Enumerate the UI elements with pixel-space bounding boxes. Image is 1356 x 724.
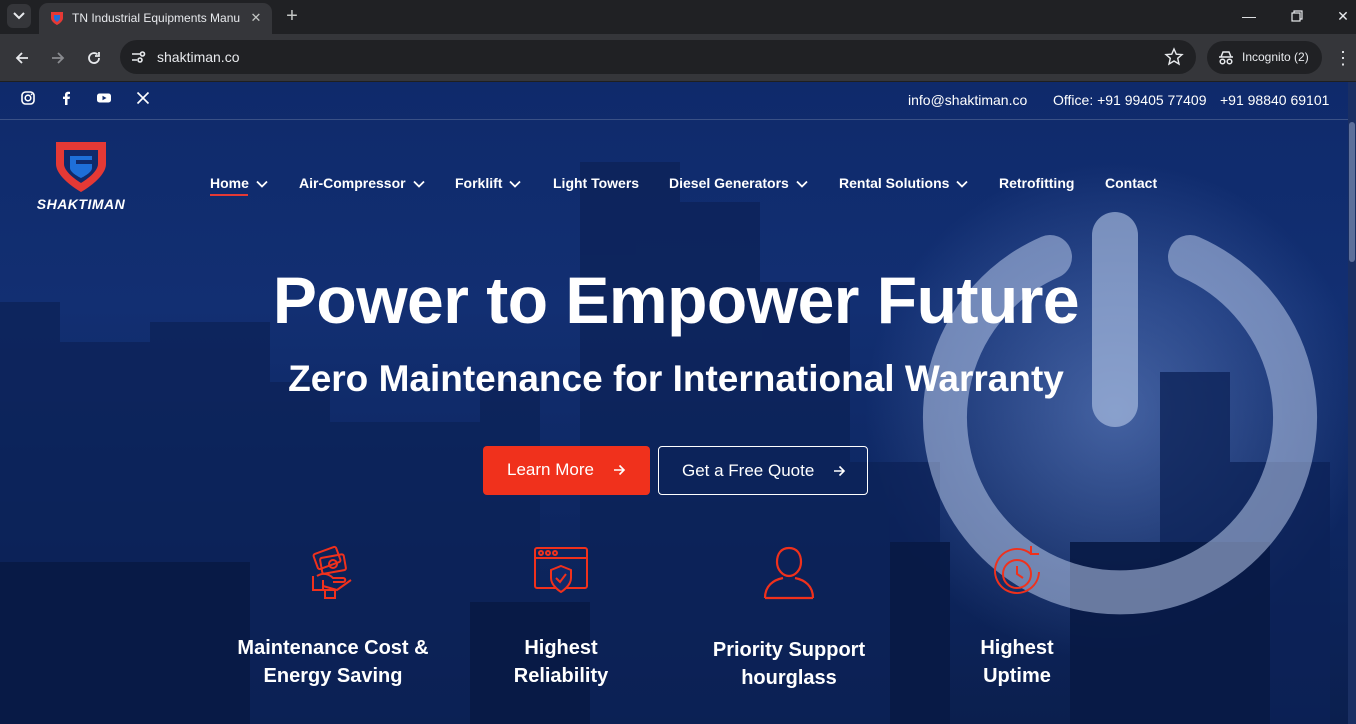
hero-title: Power to Empower Future [272,263,1080,337]
feature-line2: Reliability [513,665,609,687]
tab-search-icon[interactable] [7,4,31,28]
arrow-right-icon [834,465,846,477]
chevron-down-icon [256,181,268,189]
nav-light-towers-label: Light Towers [553,175,640,191]
user-support-icon [763,546,815,600]
get-free-quote-label: Get a Free Quote [682,461,815,480]
shield-logo-icon [56,142,106,192]
nav-home[interactable]: Home [210,175,268,191]
nav-contact-label: Contact [1105,175,1158,191]
instagram-icon[interactable] [20,90,36,106]
top-contact-bar: info@shaktiman.co Office: +91 99405 7740… [0,82,1348,120]
nav-rental-solutions[interactable]: Rental Solutions [839,175,969,191]
nav-forklift-label: Forklift [455,175,503,191]
close-window-icon[interactable]: ✕ [1332,6,1354,26]
nav-forklift[interactable]: Forklift [455,175,522,191]
url-text: shaktiman.co [157,49,240,65]
close-icon[interactable]: ✕ [248,10,264,26]
youtube-icon[interactable] [96,90,112,106]
browser-tab[interactable]: TN Industrial Equipments Manu ✕ [39,3,272,34]
feature-line2: Energy Saving [263,665,403,687]
nav-air-compressor[interactable]: Air-Compressor [299,175,425,191]
secondary-phone[interactable]: +91 98840 69101 [1220,92,1329,108]
nav-retrofitting-label: Retrofitting [999,175,1075,191]
feature-label: Highest Reliability [461,634,661,690]
shield-favicon [51,12,63,25]
nav-air-compressor-label: Air-Compressor [299,175,406,191]
plus-icon[interactable]: + [281,6,303,28]
site-info-icon[interactable] [128,47,148,67]
tab-title: TN Industrial Equipments Manu [72,11,241,25]
nav-diesel-generators-label: Diesel Generators [669,175,789,191]
nav-rental-solutions-label: Rental Solutions [839,175,950,191]
hero-subtitle: Zero Maintenance for International Warra… [288,358,1064,399]
nav-diesel-generators[interactable]: Diesel Generators [669,175,808,191]
contact-email[interactable]: info@shaktiman.co [908,92,1027,108]
reload-icon[interactable] [82,46,106,70]
browser-shield-icon [534,547,588,594]
feature-line1: Highest [524,637,598,659]
shaktiman-logo[interactable]: SHAKTIMAN [36,138,126,214]
feature-label: Highest Uptime [917,634,1117,690]
website-page: info@shaktiman.co Office: +91 99405 7740… [0,82,1356,724]
get-free-quote-button[interactable]: Get a Free Quote [658,446,868,495]
chevron-down-icon [412,181,425,189]
arrow-right-icon [614,464,626,476]
x-icon[interactable] [135,90,151,106]
address-bar[interactable]: shaktiman.co [120,40,1196,74]
nav-retrofitting[interactable]: Retrofitting [999,175,1074,191]
scrollbar-thumb[interactable] [1349,122,1355,262]
feature-line2: hourglass [741,667,837,689]
chevron-down-icon [956,181,969,189]
nav-contact[interactable]: Contact [1105,175,1157,191]
active-nav-underline [210,194,248,196]
minimize-icon[interactable]: — [1238,6,1260,26]
logo-text: SHAKTIMAN [36,196,126,212]
feature-label: Priority Support hourglass [689,636,889,692]
browser-tab-bar: TN Industrial Equipments Manu ✕ + — ✕ [0,0,1356,34]
incognito-icon [1219,51,1233,65]
chevron-down-icon [796,181,808,189]
money-hand-icon [312,545,352,599]
nav-home-label: Home [210,175,249,191]
feature-line1: Priority Support [712,639,866,661]
star-icon[interactable] [1164,47,1184,67]
incognito-label: Incognito (2) [1242,50,1309,64]
nav-light-towers[interactable]: Light Towers [553,175,639,191]
menu-dots-icon[interactable]: ⋮ [1333,48,1353,68]
back-icon[interactable] [10,46,34,70]
page-scrollbar[interactable] [1348,82,1356,724]
chevron-down-icon [509,181,522,189]
feature-label: Maintenance Cost & Energy Saving [233,634,433,690]
uptime-clock-icon [994,546,1040,594]
feature-line1: Highest [980,637,1054,659]
facebook-icon[interactable] [58,90,74,106]
forward-icon[interactable] [46,46,70,70]
browser-toolbar: shaktiman.co Incognito (2) ⋮ [0,34,1356,82]
restore-icon[interactable] [1286,6,1308,26]
incognito-indicator[interactable]: Incognito (2) [1207,41,1322,74]
learn-more-button[interactable]: Learn More [483,446,650,495]
office-phone[interactable]: Office: +91 99405 77409 [1053,92,1206,108]
feature-line1: Maintenance Cost & [237,637,429,659]
feature-line2: Uptime [983,665,1051,687]
learn-more-label: Learn More [507,460,594,479]
